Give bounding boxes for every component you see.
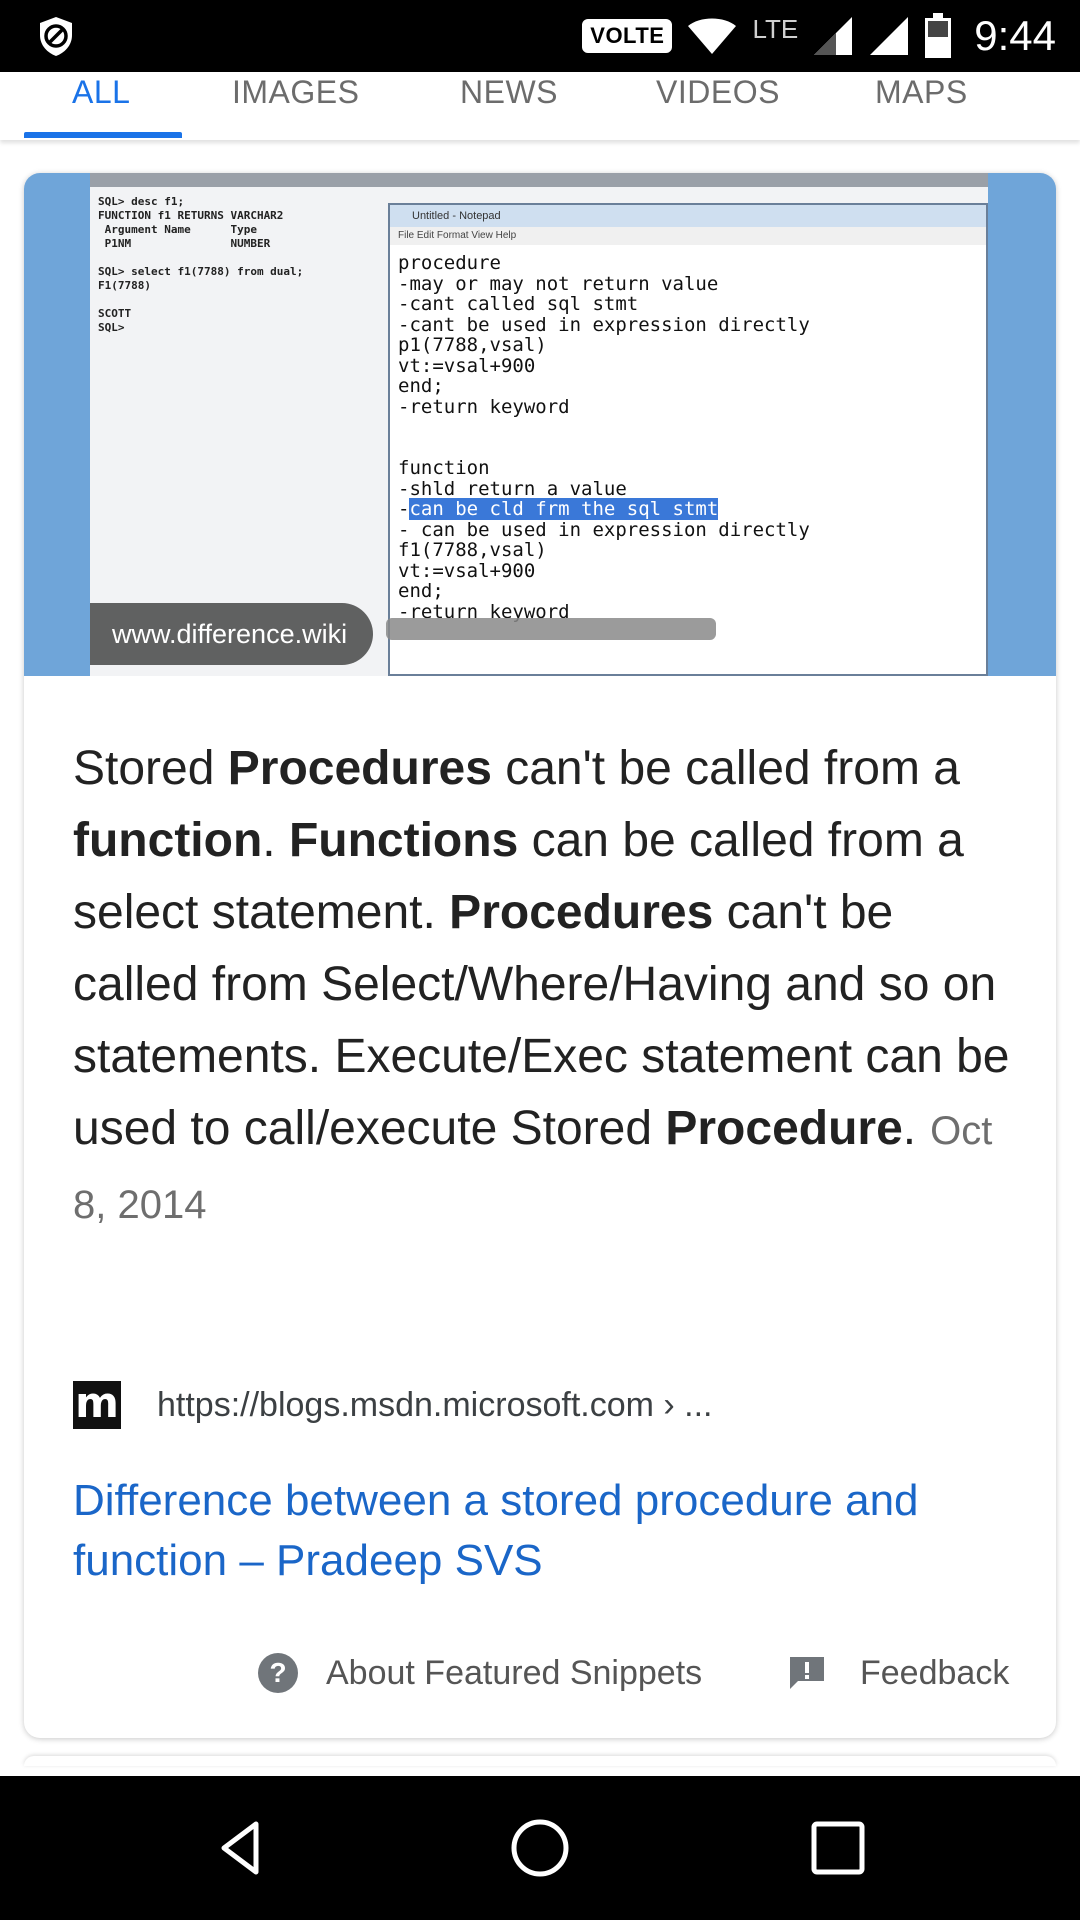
feedback-icon — [790, 1657, 824, 1689]
tab-maps[interactable]: MAPS — [875, 62, 968, 122]
snippet-text: Stored Procedures can't be called from a… — [73, 742, 1010, 1227]
feedback-button[interactable]: Feedback — [788, 1643, 1009, 1703]
about-label: About Featured Snippets — [326, 1653, 703, 1692]
volte-badge: VOLTE — [582, 19, 673, 53]
image-watermark — [386, 618, 716, 640]
signal-icon — [814, 17, 853, 55]
image-notepad-text: procedure -may or may not return value -… — [398, 252, 810, 623]
back-icon[interactable] — [210, 1816, 274, 1880]
signal-icon — [870, 17, 909, 55]
adblock-shield-icon — [40, 17, 72, 56]
source-row[interactable]: m https://blogs.msdn.microsoft.com › ... — [73, 1380, 713, 1430]
wifi-icon — [688, 18, 737, 54]
image-notepad-window: Untitled - Notepad File Edit Format View… — [388, 203, 988, 676]
navigation-bar — [0, 1776, 1080, 1920]
help-icon: ? — [258, 1653, 298, 1693]
tab-images[interactable]: IMAGES — [232, 62, 359, 122]
tab-news[interactable]: NEWS — [460, 62, 558, 122]
image-source-chip[interactable]: www.difference.wiki — [90, 603, 374, 665]
search-tabs: ALL IMAGES NEWS VIDEOS MAPS — [0, 72, 1080, 140]
featured-image[interactable]: SQL> desc f1; FUNCTION f1 RETURNS VARCHA… — [24, 173, 1056, 676]
image-notepad-menu: File Edit Format View Help — [390, 227, 986, 245]
status-icons: VOLTE LTE 9:44 — [582, 0, 1056, 72]
home-icon[interactable] — [508, 1816, 572, 1880]
recents-icon[interactable] — [806, 1816, 870, 1880]
active-tab-indicator — [24, 132, 182, 138]
source-url[interactable]: https://blogs.msdn.microsoft.com › ... — [157, 1386, 713, 1425]
feedback-label: Feedback — [860, 1653, 1010, 1692]
snippet-footer: ? About Featured Snippets Feedback — [24, 1643, 1056, 1703]
next-result-card-edge — [24, 1756, 1056, 1766]
site-favicon: m — [73, 1381, 121, 1429]
image-window-bar — [90, 173, 988, 187]
featured-image-content: SQL> desc f1; FUNCTION f1 RETURNS VARCHA… — [90, 173, 988, 676]
image-notepad-title: Untitled - Notepad — [390, 205, 986, 227]
tab-all[interactable]: ALL — [72, 62, 130, 122]
about-featured-snippets[interactable]: ? About Featured Snippets — [258, 1643, 702, 1703]
clock: 9:44 — [974, 12, 1056, 59]
tab-videos[interactable]: VIDEOS — [656, 62, 780, 122]
image-console-text: SQL> desc f1; FUNCTION f1 RETURNS VARCHA… — [98, 195, 304, 334]
network-type-label: LTE — [752, 13, 799, 44]
featured-snippet-card: SQL> desc f1; FUNCTION f1 RETURNS VARCHA… — [24, 173, 1056, 1738]
result-title-link[interactable]: Difference between a stored procedure an… — [73, 1471, 1033, 1591]
battery-icon — [925, 13, 952, 58]
